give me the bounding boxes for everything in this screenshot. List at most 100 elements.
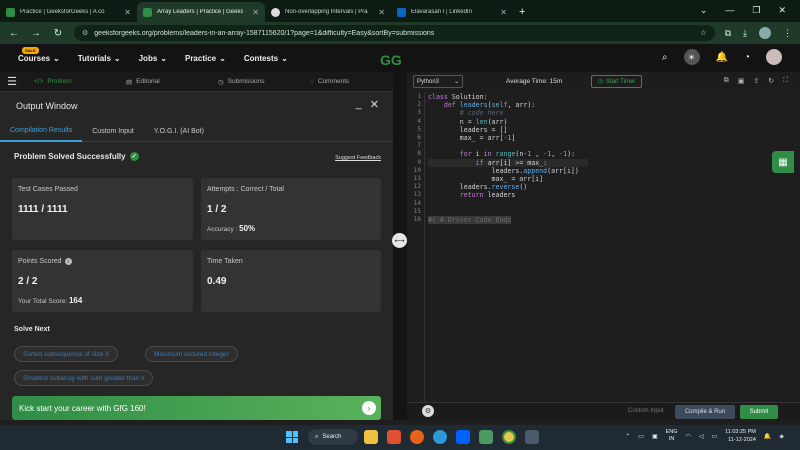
url-field[interactable]: ⚙ geeksforgeeks.org/problems/leaders-in-… [74,25,715,41]
tab-compilation-results[interactable]: Compilation Results [0,122,83,142]
tab-comments[interactable]: ◌ Comments [300,72,392,92]
nav-contests[interactable]: Contests ⌄ [244,54,288,63]
keyboard-icon[interactable]: ▭ [638,433,644,440]
copy-icon[interactable]: ⧉ [724,77,729,85]
save-icon[interactable]: ▣ [738,77,745,85]
profile-icon[interactable] [759,27,771,39]
site-nav-actions: ⌕ ☀ 🔔 ◔ [662,49,782,65]
line-number: 10 [413,167,421,174]
maximize-icon[interactable]: ❐ [752,5,760,16]
download-icon[interactable]: ⤓ [743,28,747,39]
close-window-icon[interactable]: ✕ [778,5,786,16]
promo-banner[interactable]: Kick start your career with GfG 160! › [12,396,381,420]
streak-icon[interactable]: ◔ [744,52,750,63]
chevron-up-icon[interactable]: ⌃ [625,433,630,440]
info-icon[interactable]: i [64,258,72,265]
nav-practice[interactable]: Practice ⌄ [185,54,226,63]
suggest-feedback-link[interactable]: Suggest Feedback [335,155,381,161]
chevron-down-icon: ⌄ [219,53,226,63]
fullscreen-icon[interactable]: ⛶ [783,77,788,85]
settings-icon[interactable]: ⚙ [422,405,434,417]
browser-tab-4[interactable]: Elavarasan I | LinkedIn ✕ [391,2,513,22]
tab-editorial[interactable]: ▤ Editorial [116,72,208,92]
edge-icon[interactable] [433,430,447,444]
browser-tab-1[interactable]: Practice | GeeksforGeeks | A co ✕ [0,2,137,22]
line-number: 5 [417,126,421,133]
chevron-right-icon[interactable]: › [362,401,376,415]
volume-icon[interactable]: ◁ [699,433,704,440]
timer-icon: ◷ [597,79,603,85]
code-icon: </> [34,78,44,85]
nav-tutorials[interactable]: Tutorials ⌄ [78,54,121,63]
notification-bell-icon[interactable]: 🔔 [716,52,728,63]
folded-driver-code[interactable]: #{ # Driver Code Ends [428,216,512,225]
close-icon[interactable]: ✕ [372,8,385,17]
site-info-icon[interactable]: ⚙ [82,29,88,37]
compile-run-button[interactable]: Compile & Run [675,405,735,419]
status-text: Problem Solved Successfully [14,152,126,161]
attempts-value: 1 / 2 [207,204,227,215]
custom-input-button[interactable]: Custom Input [628,408,664,414]
start-timer-button[interactable]: ◷ Start Timer [591,75,642,88]
nav-courses[interactable]: SALE Courses ⌄ [18,46,60,63]
forward-icon[interactable]: → [30,28,42,39]
browser-tab-3[interactable]: Non-overlapping Intervals | Pra ✕ [265,2,391,22]
upload-icon[interactable]: ⇪ [753,77,759,85]
new-tab-icon[interactable]: + [513,2,531,22]
menu-hamburger-icon[interactable]: ☰ [0,75,24,88]
battery-icon[interactable]: ▭ [711,433,717,440]
back-icon[interactable]: ← [8,28,20,39]
wifi-icon[interactable]: ◠ [686,433,691,440]
clock[interactable]: 11:03:25 PM 11-12-2024 [725,428,756,444]
nav-jobs[interactable]: Jobs ⌄ [139,54,167,63]
chrome-icon[interactable] [502,430,516,444]
editor-tools: ⧉ ▣ ⇪ ↻ ⛶ [724,77,788,85]
windows-start-icon[interactable] [286,431,298,443]
theme-toggle-icon[interactable]: ☀ [683,49,700,65]
tab-search-icon[interactable]: ⌄ [700,5,708,16]
line-number: 15 [413,208,421,215]
dropbox-icon[interactable] [456,430,470,444]
close-icon[interactable]: ✕ [370,98,379,111]
tab-yogi-ai-bot[interactable]: Y.O.G.I. (AI Bot) [144,122,214,142]
test-cases-label: Test Cases Passed [18,186,78,193]
code-line: leaders.append(arr[i]) [428,167,579,175]
solve-next-chip[interactable]: Sorted subsequence of size 3 [14,346,118,362]
language-select[interactable]: Python3 ⌄ [413,75,463,88]
attempts-card: Attempts : Correct / Total 1 / 2 Accurac… [201,178,381,240]
extensions-icon[interactable]: ⧉ [725,28,731,39]
code-line: return leaders [459,191,516,199]
gfg-logo[interactable]: GG [380,52,402,68]
minimize-icon[interactable]: — [725,5,734,15]
chat-icon[interactable]: ▦ [772,151,794,173]
taskbar-search[interactable]: ⌕ Search [308,429,358,445]
search-icon[interactable]: ⌕ [662,52,668,63]
avatar[interactable] [766,49,782,65]
camera-icon[interactable]: ▣ [652,433,658,440]
minimize-icon[interactable]: _ [356,98,362,111]
reload-icon[interactable]: ↻ [52,28,64,39]
store-icon[interactable] [479,430,493,444]
tab-submissions[interactable]: ◷ Submissions [208,72,300,92]
notification-bell-icon[interactable]: 🔔 [764,433,771,440]
solve-next-chip[interactable]: Maximum occured integer [145,346,238,362]
input-language[interactable]: ENG IN [666,429,678,443]
close-icon[interactable]: ✕ [118,8,131,17]
office-icon[interactable] [387,430,401,444]
file-explorer-icon[interactable] [364,430,378,444]
resize-handle-icon[interactable]: ⟷ [392,233,407,248]
firefox-icon[interactable] [410,430,424,444]
tab-problem[interactable]: </> Problem [24,72,116,92]
browser-tab-2[interactable]: Array Leaders | Practice | Geeks ✕ [137,2,265,22]
reset-icon[interactable]: ↻ [768,77,774,85]
menu-icon[interactable]: ⋮ [783,28,792,39]
submit-button[interactable]: Submit [740,405,778,419]
solve-next-chip[interactable]: Smallest subarray with sum greater than … [14,370,154,386]
close-icon[interactable]: ✕ [494,8,507,17]
app-icon[interactable] [525,430,539,444]
chevron-down-icon: ⌄ [113,53,121,63]
tab-custom-input[interactable]: Custom Input [82,122,144,142]
copilot-icon[interactable]: ◈ [779,433,784,440]
close-icon[interactable]: ✕ [246,8,259,17]
bookmark-star-icon[interactable]: ☆ [700,29,706,37]
